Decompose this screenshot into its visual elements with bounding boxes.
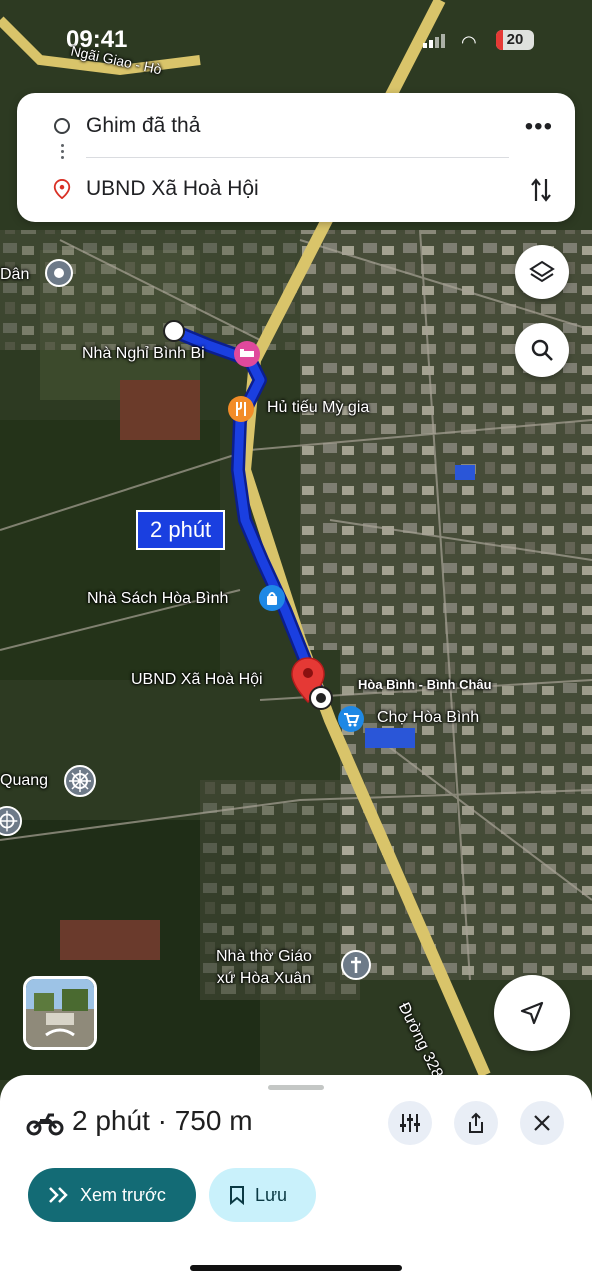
recenter-button[interactable]: [494, 975, 570, 1051]
origin-circle-icon: [54, 118, 70, 134]
status-bar: 09:41 ◠ 20: [0, 0, 592, 80]
origin-field[interactable]: Ghim đã thả: [86, 114, 200, 138]
map-label-nha-tho-line1: Nhà thờ Giáo: [216, 948, 312, 965]
map-label-hu-tieu[interactable]: Hủ tiếu Mỳ gia: [267, 399, 369, 417]
swap-icon[interactable]: [529, 175, 553, 205]
navigation-arrow-icon: [520, 1001, 544, 1025]
restaurant-icon[interactable]: [227, 395, 255, 423]
tune-icon: [400, 1114, 420, 1132]
street-view-thumbnail[interactable]: [23, 976, 97, 1050]
battery-icon: 20: [496, 30, 534, 50]
map-label-quang[interactable]: Quang: [0, 772, 48, 790]
temple-wheel-icon[interactable]: [64, 765, 96, 797]
street-view-image: [26, 979, 94, 1047]
drag-handle[interactable]: [268, 1085, 324, 1090]
save-label: Lưu: [255, 1184, 288, 1205]
route-time-text: 2 phút: [150, 517, 212, 542]
close-icon: [534, 1115, 550, 1131]
map-label-dan[interactable]: Dân: [0, 266, 29, 284]
church-cross-icon[interactable]: [341, 950, 371, 980]
battery-level: 20: [506, 31, 524, 48]
bookmark-icon: [230, 1186, 244, 1205]
save-button[interactable]: Lưu: [209, 1168, 316, 1222]
more-options-icon[interactable]: •••: [525, 113, 553, 141]
signal-icon: [423, 34, 445, 48]
shopping-cart-icon[interactable]: [337, 705, 365, 733]
motorbike-icon: [26, 1113, 64, 1136]
share-icon: [469, 1112, 483, 1133]
origin-row[interactable]: Ghim đã thả: [17, 96, 575, 156]
destination-field[interactable]: UBND Xã Hoà Hội: [86, 177, 259, 201]
map-label-nha-tho-line2: xứ Hòa Xuân: [216, 970, 312, 987]
map-label-nha-sach[interactable]: Nhà Sách Hòa Bình: [87, 590, 228, 608]
place-marker-icon[interactable]: [45, 259, 73, 287]
home-indicator: [190, 1265, 402, 1271]
divider: [86, 157, 509, 158]
share-button[interactable]: [454, 1101, 498, 1145]
layers-button[interactable]: [515, 245, 569, 299]
wifi-icon: ◠: [461, 32, 477, 52]
shopping-bag-icon[interactable]: [258, 584, 286, 612]
map-label-ubnd[interactable]: UBND Xã Hoà Hội: [131, 671, 263, 689]
bottom-sheet: 2 phút · 750 m Xem trước Lưu: [0, 1075, 592, 1280]
route-card: Ghim đã thả UBND Xã Hoà Hội •••: [17, 93, 575, 222]
close-button[interactable]: [520, 1101, 564, 1145]
route-time-badge: 2 phút: [136, 510, 226, 550]
hotel-icon[interactable]: [233, 340, 261, 368]
preview-label: Xem trước: [80, 1184, 166, 1205]
temple-wheel-icon[interactable]: [0, 806, 22, 836]
trip-summary: 2 phút · 750 m: [72, 1105, 253, 1136]
search-button[interactable]: [515, 323, 569, 377]
preview-button[interactable]: Xem trước: [28, 1168, 196, 1222]
map-label-road-hoa-binh: Hòa Bình - Bình Châu: [358, 677, 492, 692]
map-label-nha-nghi[interactable]: Nhà Nghỉ Bình Bi: [82, 345, 205, 363]
map-label-nha-tho[interactable]: Nhà thờ Giáo xứ Hòa Xuân: [216, 946, 312, 990]
layers-icon: [529, 260, 555, 283]
destination-row[interactable]: UBND Xã Hoà Hội: [17, 159, 575, 219]
double-chevron-icon: [49, 1187, 68, 1203]
destination-dot-icon: [309, 686, 333, 710]
route-options-button[interactable]: [388, 1101, 432, 1145]
map-label-cho[interactable]: Chợ Hòa Bình: [377, 709, 479, 727]
search-icon: [531, 339, 553, 361]
destination-pin-icon: [53, 179, 71, 199]
